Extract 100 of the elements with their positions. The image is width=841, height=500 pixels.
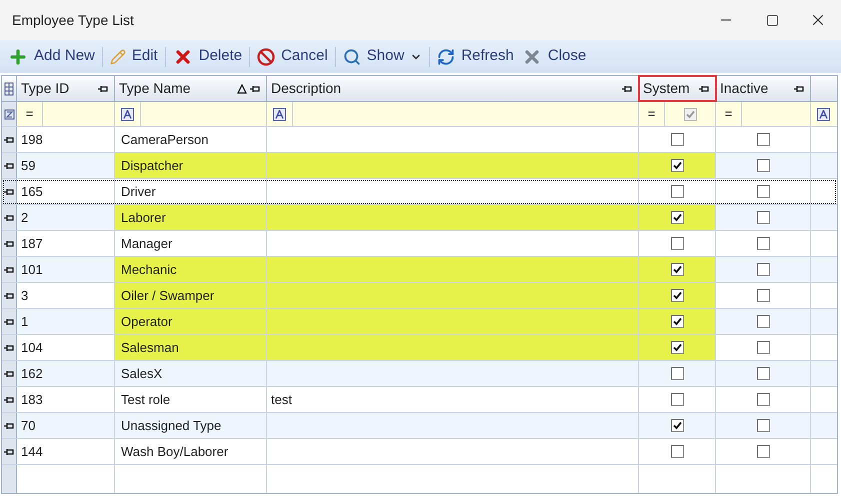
checkbox[interactable]: [670, 263, 684, 276]
toolbar-button[interactable]: Close: [518, 42, 590, 70]
table-row[interactable]: 144 Wash Boy/Laborer: [2, 439, 837, 465]
table-cell: 198: [17, 127, 115, 152]
window-title: Employee Type List: [11, 10, 135, 30]
checkbox[interactable]: [756, 263, 770, 276]
table-cell: Operator: [115, 309, 267, 334]
column-chooser-icon[interactable]: [4, 82, 14, 96]
checkbox[interactable]: [756, 367, 770, 380]
table-row[interactable]: 2 Laborer: [2, 205, 837, 231]
checkbox[interactable]: [684, 108, 696, 120]
checkbox[interactable]: [756, 289, 770, 302]
row-pin-icon[interactable]: [4, 446, 14, 456]
table-row[interactable]: 104 Salesman: [2, 335, 837, 361]
sort-ascending-icon: [237, 84, 247, 94]
minimize-icon: [721, 19, 731, 21]
filter-operator[interactable]: =: [17, 102, 43, 126]
pencil-icon: [110, 48, 126, 64]
table-cell: Manager: [115, 231, 267, 256]
clear-filter-icon[interactable]: [4, 108, 14, 120]
row-pin-icon[interactable]: [4, 342, 14, 352]
checkbox[interactable]: [670, 237, 684, 250]
row-pin-icon[interactable]: [4, 316, 14, 326]
row-pin-icon[interactable]: [4, 238, 14, 248]
text-filter-icon[interactable]: [273, 108, 286, 120]
column-header[interactable]: System: [639, 76, 716, 101]
checkbox[interactable]: [670, 445, 684, 458]
checkbox[interactable]: [756, 445, 770, 458]
table-row[interactable]: 198 CameraPerson: [2, 127, 837, 153]
table-row[interactable]: 1 Operator: [2, 309, 837, 335]
toolbar-button[interactable]: Show: [338, 42, 426, 70]
column-header[interactable]: Inactive: [716, 76, 811, 101]
table-cell: Driver: [115, 179, 267, 204]
checkbox[interactable]: [670, 185, 684, 198]
filter-operator[interactable]: =: [716, 102, 742, 126]
row-pin-icon[interactable]: [4, 264, 14, 274]
checkbox[interactable]: [756, 211, 770, 224]
checkbox[interactable]: [670, 159, 684, 172]
row-pin-icon[interactable]: [4, 290, 14, 300]
toolbar-button[interactable]: Delete: [168, 42, 246, 70]
checkbox[interactable]: [670, 133, 684, 146]
table-row[interactable]: 3 Oiler / Swamper: [2, 283, 837, 309]
toolbar-button[interactable]: Add New: [4, 42, 99, 70]
checkbox[interactable]: [670, 289, 684, 302]
table-cell: 162: [17, 361, 115, 386]
table-row[interactable]: 187 Manager: [2, 231, 837, 257]
table-row[interactable]: 59 Dispatcher: [2, 153, 837, 179]
checkbox[interactable]: [670, 419, 684, 432]
checkbox[interactable]: [756, 237, 770, 250]
cancel-icon: [257, 48, 276, 66]
row-pin-icon[interactable]: [4, 368, 14, 378]
table-cell: 70: [17, 413, 115, 438]
checkbox[interactable]: [670, 211, 684, 224]
row-pin-icon[interactable]: [4, 186, 14, 196]
column-header[interactable]: Description: [267, 76, 639, 101]
checkbox[interactable]: [756, 315, 770, 328]
table-row[interactable]: 183 Test role test: [2, 387, 837, 413]
table-row[interactable]: 165 Driver: [2, 179, 837, 205]
checkbox[interactable]: [670, 341, 684, 354]
checkbox[interactable]: [756, 419, 770, 432]
table-cell: Wash Boy/Laborer: [115, 439, 267, 464]
checkbox[interactable]: [670, 367, 684, 380]
pin-icon[interactable]: [699, 84, 709, 94]
checkbox[interactable]: [756, 393, 770, 406]
filter-operator[interactable]: =: [639, 102, 665, 126]
row-pin-icon[interactable]: [4, 160, 14, 170]
toolbar-button[interactable]: Refresh: [433, 42, 518, 70]
table-cell: 183: [17, 387, 115, 412]
filter-cell[interactable]: =: [17, 102, 115, 126]
toolbar-button[interactable]: Cancel: [253, 42, 332, 70]
pin-icon[interactable]: [622, 84, 632, 94]
column-header[interactable]: Type Name: [115, 76, 267, 101]
row-pin-icon[interactable]: [4, 134, 14, 144]
pin-icon[interactable]: [250, 84, 260, 94]
table-row[interactable]: 70 Unassigned Type: [2, 413, 837, 439]
filter-cell[interactable]: =: [716, 102, 811, 126]
row-pin-icon[interactable]: [4, 212, 14, 222]
table-cell: Salesman: [115, 335, 267, 360]
text-filter-icon[interactable]: [121, 108, 134, 120]
column-header[interactable]: Type ID: [17, 76, 115, 101]
plus-icon: [8, 46, 28, 66]
checkbox[interactable]: [756, 159, 770, 172]
filter-cell[interactable]: =: [639, 102, 716, 126]
checkbox[interactable]: [670, 393, 684, 406]
row-pin-icon[interactable]: [4, 394, 14, 404]
table-row[interactable]: 101 Mechanic: [2, 257, 837, 283]
checkbox[interactable]: [756, 133, 770, 146]
search-icon: [342, 48, 361, 66]
checkbox[interactable]: [670, 315, 684, 328]
toolbar-button[interactable]: Edit: [106, 42, 162, 70]
table-cell: test: [267, 387, 639, 412]
row-pin-icon[interactable]: [4, 420, 14, 430]
checkbox[interactable]: [756, 341, 770, 354]
pin-icon[interactable]: [98, 84, 108, 94]
table-cell: 144: [17, 439, 115, 464]
table-row[interactable]: 162 SalesX: [2, 361, 837, 387]
text-filter-icon[interactable]: [817, 108, 830, 120]
checkbox[interactable]: [756, 185, 770, 198]
table-cell: Unassigned Type: [115, 413, 267, 438]
pin-icon[interactable]: [794, 84, 804, 94]
